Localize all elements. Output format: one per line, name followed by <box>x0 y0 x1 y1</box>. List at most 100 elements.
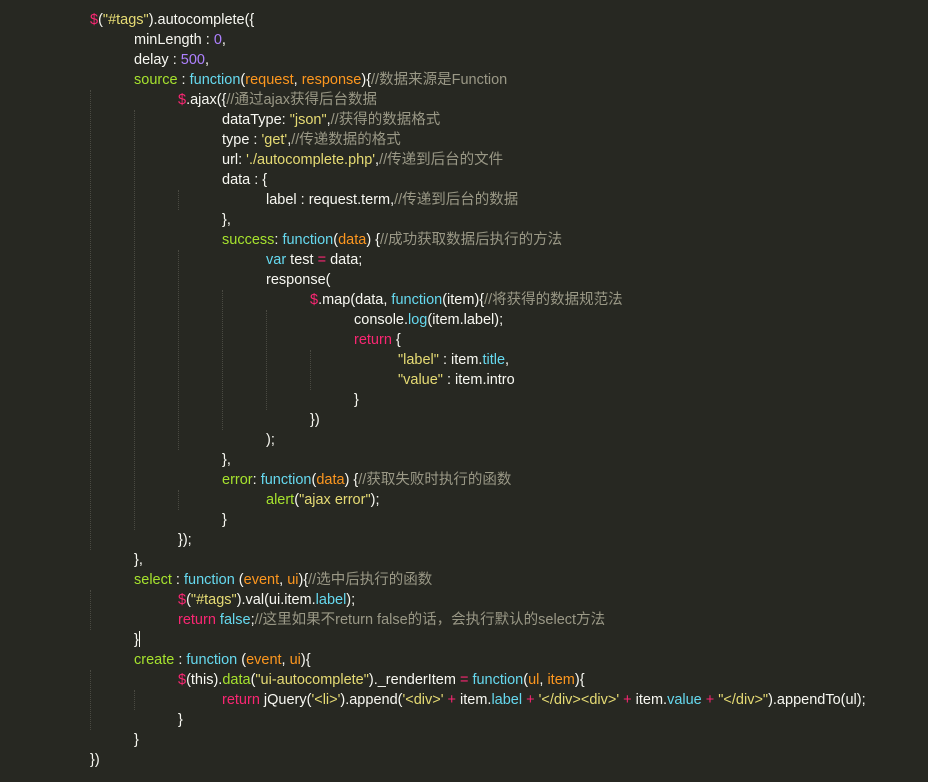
code-line[interactable]: dataType: "json",//获得的数据格式 <box>222 110 440 130</box>
code-token: '</div><div>' <box>538 692 620 708</box>
code-token: $ <box>178 592 187 608</box>
code-token: type : <box>222 132 262 148</box>
indent-guide <box>134 110 135 530</box>
code-line[interactable]: }); <box>178 530 192 550</box>
code-token: url: <box>222 152 247 168</box>
code-line[interactable]: ); <box>266 430 275 450</box>
code-line[interactable]: return false;//这里如果不return false的话，会执行默认… <box>178 610 605 630</box>
code-line[interactable]: "label" : item.title, <box>398 350 509 370</box>
code-token: item. <box>631 692 668 708</box>
code-token: function <box>472 672 524 688</box>
code-line[interactable]: alert("ajax error"); <box>266 490 379 510</box>
indent-guide <box>222 290 223 430</box>
code-line[interactable]: } <box>222 510 227 530</box>
code-token: 'get' <box>261 132 288 148</box>
code-token: data <box>338 232 367 248</box>
code-line[interactable]: }, <box>222 210 231 230</box>
code-comment: //将获得的数据规范法 <box>484 292 623 308</box>
code-token: console. <box>354 312 409 328</box>
code-line[interactable]: delay : 500, <box>134 50 209 70</box>
code-line[interactable]: label : request.term,//传递到后台的数据 <box>266 190 518 210</box>
code-line[interactable]: $("#tags").val(ui.item.label); <box>178 590 355 610</box>
code-comment: //成功获取数据后执行的方法 <box>380 232 563 248</box>
code-token: "ui-autocomplete" <box>255 672 369 688</box>
code-token: ).val(ui.item. <box>236 592 316 608</box>
code-line[interactable]: type : 'get',//传递数据的格式 <box>222 130 401 150</box>
code-token: ).autocomplete({ <box>148 12 255 28</box>
code-line[interactable]: } <box>354 390 359 410</box>
code-token: return <box>222 692 260 708</box>
code-token: label : request.term, <box>266 192 395 208</box>
code-token: data <box>316 472 345 488</box>
code-token: ) { <box>366 232 381 248</box>
code-token: }, <box>222 212 231 228</box>
code-token: data; <box>326 252 363 268</box>
code-editor[interactable]: $("#tags").autocomplete({minLength : 0, d… <box>0 0 928 782</box>
code-token: ).appendTo(ul); <box>768 692 866 708</box>
code-line[interactable]: data : { <box>222 170 267 190</box>
code-token: (item){ <box>442 292 485 308</box>
code-line[interactable]: }) <box>90 750 100 770</box>
code-token: } <box>134 732 139 748</box>
code-token: function <box>183 572 235 588</box>
code-line[interactable]: }, <box>222 450 231 470</box>
code-token: "#tags" <box>190 592 237 608</box>
code-token: "</div>" <box>718 692 769 708</box>
code-line[interactable]: return { <box>354 330 401 350</box>
code-token: (this). <box>186 672 223 688</box>
code-line[interactable]: $(this).data("ui-autocomplete")._renderI… <box>178 670 585 690</box>
code-line[interactable]: url: './autocomplete.php',//传递到后台的文件 <box>222 150 503 170</box>
code-token: return <box>178 612 216 628</box>
code-token: data <box>222 672 251 688</box>
code-line[interactable]: } <box>178 710 183 730</box>
code-token: jQuery( <box>259 692 312 708</box>
code-line[interactable]: error: function(data) {//获取失败时执行的函数 <box>222 470 511 490</box>
code-token: : item. <box>438 352 483 368</box>
code-token: data : { <box>222 172 268 188</box>
code-line[interactable]: $.map(data, function(item){//将获得的数据规范法 <box>310 290 623 310</box>
code-token: select <box>134 572 172 588</box>
code-line[interactable]: $("#tags").autocomplete({ <box>90 10 254 30</box>
code-token: "#tags" <box>102 12 149 28</box>
code-token: event <box>246 652 282 668</box>
code-comment: //传递到后台的数据 <box>394 192 519 208</box>
code-line[interactable]: var test = data; <box>266 250 362 270</box>
code-token: function <box>260 472 312 488</box>
code-line[interactable]: create : function (event, ui){ <box>134 650 311 670</box>
code-line[interactable]: } <box>134 630 140 650</box>
code-line[interactable]: response( <box>266 270 330 290</box>
code-token: + <box>447 692 456 708</box>
code-line[interactable]: return jQuery('<li>').append('<div>' + i… <box>222 690 866 710</box>
code-token: create <box>134 652 175 668</box>
code-line[interactable]: }) <box>310 410 320 430</box>
code-token: , <box>293 72 302 88</box>
code-token: + <box>526 692 535 708</box>
code-line[interactable]: } <box>134 730 139 750</box>
code-line[interactable]: $.ajax({//通过ajax获得后台数据 <box>178 90 377 110</box>
code-line[interactable]: success: function(data) {//成功获取数据后执行的方法 <box>222 230 562 250</box>
code-token: ui <box>287 572 299 588</box>
code-token: )._renderItem <box>368 672 460 688</box>
code-token: './autocomplete.php' <box>246 152 376 168</box>
code-token: } <box>178 712 183 728</box>
code-token: var <box>266 252 287 268</box>
code-token: ui <box>289 652 301 668</box>
code-token: label <box>491 692 523 708</box>
code-line[interactable]: "value" : item.intro <box>398 370 515 390</box>
code-token: dataType: <box>222 112 290 128</box>
code-token: }, <box>222 452 231 468</box>
code-line[interactable]: }, <box>134 550 143 570</box>
indent-guide <box>90 670 91 730</box>
code-token: $ <box>90 12 99 28</box>
code-line[interactable]: console.log(item.label); <box>354 310 503 330</box>
code-token: , <box>279 572 288 588</box>
code-token: }) <box>90 752 100 768</box>
code-token: 0 <box>213 32 222 48</box>
code-line[interactable]: minLength : 0, <box>134 30 226 50</box>
code-token: ){ <box>298 572 309 588</box>
code-comment: //传递数据的格式 <box>291 132 401 148</box>
code-line[interactable]: select : function (event, ui){//选中后执行的函数 <box>134 570 432 590</box>
code-token: .map(data, <box>318 292 392 308</box>
code-line[interactable]: source : function(request, response){//数… <box>134 70 507 90</box>
code-token: "value" <box>398 372 443 388</box>
